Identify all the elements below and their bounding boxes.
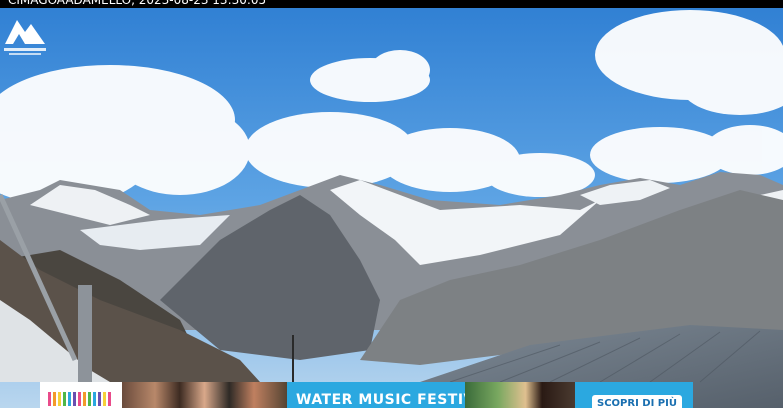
resort-logo bbox=[4, 20, 46, 55]
banner-logo bbox=[40, 382, 122, 408]
discover-more-button[interactable]: SCOPRI DI PIÙ bbox=[592, 395, 682, 408]
caption-bar: CIMAGOAADAMELLO, 2023-08-23 13:30:05 bbox=[0, 0, 783, 8]
webcam-image bbox=[0, 0, 783, 408]
banner-artist-photos bbox=[122, 382, 287, 408]
ad-banner[interactable]: WATER MUSIC FESTIVAL SCOPRI DI PIÙ bbox=[40, 382, 693, 408]
banner-photos bbox=[465, 382, 575, 408]
caption-text: CIMAGOAADAMELLO, 2023-08-23 13:30:05 bbox=[8, 0, 267, 7]
